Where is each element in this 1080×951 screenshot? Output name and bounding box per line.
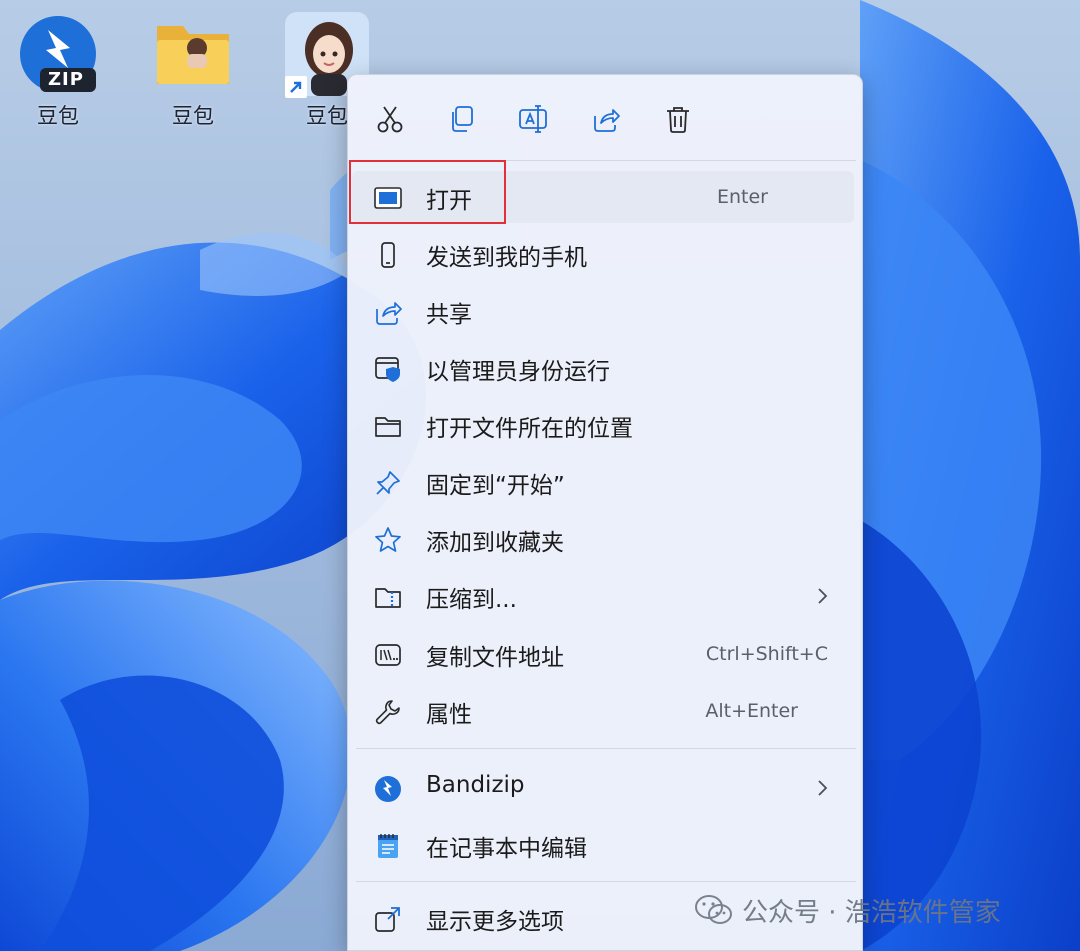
menu-item-add-to-favorites[interactable]: 添加到收藏夹 xyxy=(352,513,854,565)
rename-button[interactable] xyxy=(512,97,556,141)
bandizip-zip-icon: ZIP xyxy=(18,14,98,94)
delete-button[interactable] xyxy=(656,97,700,141)
menu-item-label: 属性 xyxy=(426,702,472,728)
menu-item-edit-in-notepad[interactable]: 在记事本中编辑 xyxy=(352,819,854,871)
menu-item-label: 以管理员身份运行 xyxy=(426,359,610,385)
context-menu: 打开 Enter 发送到我的手机 共享 以管理员身份运行 打开文件所在的位置 固… xyxy=(347,74,863,951)
menu-item-share[interactable]: 共享 xyxy=(352,285,854,337)
folder-icon xyxy=(153,14,233,94)
watermark: 公众号 · 浩浩软件管家 xyxy=(694,890,1001,930)
zip-folder-icon xyxy=(375,588,401,608)
menu-item-compress-to[interactable]: 压缩到... xyxy=(352,570,854,622)
chevron-right-icon xyxy=(818,780,828,796)
menu-item-label: 打开 xyxy=(426,188,472,214)
menu-item-label: 显示更多选项 xyxy=(426,909,564,935)
more-options-icon xyxy=(375,907,400,932)
desktop-icon-zip[interactable]: ZIP 豆包 xyxy=(13,14,103,130)
phone-icon xyxy=(381,242,395,268)
desktop-icon-label: 豆包 xyxy=(172,104,214,128)
menu-item-copy-file-path[interactable]: 复制文件地址 Ctrl+Shift+C xyxy=(352,628,854,680)
wrench-icon xyxy=(375,700,400,725)
pin-icon xyxy=(376,471,400,495)
menu-item-shortcut: Enter xyxy=(717,186,768,208)
menu-item-pin-to-start[interactable]: 固定到“开始” xyxy=(352,456,854,508)
menu-item-label: 复制文件地址 xyxy=(426,645,564,671)
menu-item-shortcut: Ctrl+Shift+C xyxy=(705,643,828,665)
star-icon xyxy=(375,527,401,552)
desktop-icon-folder[interactable]: 豆包 xyxy=(148,14,238,130)
menu-item-open-file-location[interactable]: 打开文件所在的位置 xyxy=(352,399,854,451)
delete-icon xyxy=(667,107,689,133)
menu-item-label: 发送到我的手机 xyxy=(426,245,587,271)
wechat-icon xyxy=(695,895,732,924)
menu-item-label: 在记事本中编辑 xyxy=(426,836,587,862)
chevron-right-icon xyxy=(818,588,828,604)
menu-item-label: 压缩到... xyxy=(426,587,517,613)
menu-item-properties[interactable]: 属性 Alt+Enter xyxy=(352,685,854,737)
admin-shield-icon xyxy=(375,357,400,382)
shortcut-arrow-icon xyxy=(285,76,307,98)
menu-divider xyxy=(356,160,856,161)
context-menu-toolbar xyxy=(348,75,864,161)
copy-icon xyxy=(452,106,473,132)
path-icon xyxy=(375,644,401,666)
share-icon xyxy=(376,302,402,325)
menu-divider xyxy=(356,748,856,749)
menu-item-label: 共享 xyxy=(426,302,472,328)
share-icon xyxy=(594,109,620,132)
menu-item-open[interactable]: 打开 Enter xyxy=(352,171,854,223)
cut-button[interactable] xyxy=(368,97,412,141)
zip-badge: ZIP xyxy=(48,69,84,90)
menu-item-send-to-phone[interactable]: 发送到我的手机 xyxy=(352,228,854,280)
cut-icon xyxy=(377,106,403,133)
menu-divider xyxy=(356,881,856,882)
rename-icon xyxy=(519,105,547,133)
copy-button[interactable] xyxy=(440,97,484,141)
desktop-icon-label: 豆包 xyxy=(37,104,79,128)
watermark-text: 公众号 · 浩浩软件管家 xyxy=(742,897,1001,928)
menu-item-label: 固定到“开始” xyxy=(426,473,565,499)
menu-item-label: Bandizip xyxy=(426,772,525,798)
share-button[interactable] xyxy=(584,97,628,141)
menu-item-bandizip[interactable]: Bandizip xyxy=(352,762,854,814)
menu-item-shortcut: Alt+Enter xyxy=(705,700,798,722)
notepad-icon xyxy=(378,834,398,858)
menu-item-label: 添加到收藏夹 xyxy=(426,530,564,556)
open-window-icon xyxy=(374,187,402,209)
bandizip-icon xyxy=(375,776,401,802)
folder-icon xyxy=(375,417,401,437)
menu-item-label: 打开文件所在的位置 xyxy=(426,416,633,442)
menu-item-run-as-admin[interactable]: 以管理员身份运行 xyxy=(352,342,854,394)
